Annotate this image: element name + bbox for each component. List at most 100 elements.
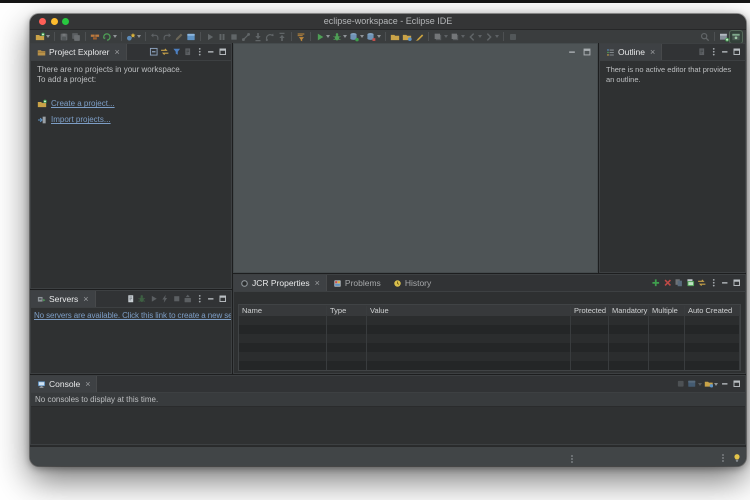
- toolbar-separator: [291, 32, 292, 41]
- tab-servers[interactable]: Servers×: [31, 291, 96, 307]
- minimize-button[interactable]: [205, 46, 217, 59]
- tab-history[interactable]: History: [387, 275, 437, 291]
- start-server-button[interactable]: [148, 293, 160, 306]
- new-wizard-button[interactable]: [34, 31, 51, 43]
- titlebar[interactable]: eclipse-workspace - Eclipse IDE: [30, 14, 746, 30]
- maximize-button[interactable]: [731, 277, 743, 290]
- maximize-button[interactable]: [217, 293, 229, 306]
- create-project-link[interactable]: Create a project...: [51, 99, 115, 108]
- terminate-button[interactable]: [228, 31, 240, 43]
- minimize-button[interactable]: [719, 46, 731, 59]
- open-perspective-button[interactable]: [718, 31, 730, 43]
- view-menu-button[interactable]: [708, 46, 720, 59]
- pin-console-button[interactable]: [675, 378, 687, 391]
- tab-problems[interactable]: Problems: [327, 275, 387, 291]
- minimize-button[interactable]: [566, 46, 578, 58]
- annotate-button[interactable]: [413, 31, 425, 43]
- start-server-button[interactable]: [348, 31, 365, 43]
- tab-close-icon[interactable]: ×: [315, 279, 320, 288]
- forward-button[interactable]: [483, 31, 500, 43]
- tab-console[interactable]: Console×: [31, 376, 97, 392]
- persp-icon: [731, 32, 741, 42]
- maximize-button[interactable]: [731, 46, 743, 59]
- toggle-mark-occurrences-button[interactable]: [173, 31, 185, 43]
- back-button[interactable]: [466, 31, 483, 43]
- copy-property-button[interactable]: [673, 277, 685, 290]
- redo-button[interactable]: [161, 31, 173, 43]
- step-return-button[interactable]: [276, 31, 288, 43]
- delete-property-button[interactable]: [662, 277, 674, 290]
- suspend-button[interactable]: [216, 31, 228, 43]
- maximize-button[interactable]: [217, 46, 229, 59]
- new-server-button[interactable]: [125, 293, 137, 306]
- new-content-package-button[interactable]: [401, 31, 413, 43]
- import-projects-link[interactable]: Import projects...: [51, 115, 111, 124]
- open-type-button[interactable]: [185, 31, 197, 43]
- column-header-auto-created[interactable]: Auto Created: [685, 306, 740, 315]
- save-button[interactable]: [58, 31, 70, 43]
- new-java-element-button[interactable]: [125, 31, 142, 43]
- tab-close-icon[interactable]: ×: [114, 48, 119, 57]
- column-header-type[interactable]: Type: [327, 306, 367, 315]
- current-perspective-button[interactable]: [730, 31, 742, 43]
- pin-editor-button[interactable]: [507, 31, 519, 43]
- display-selected-console-button[interactable]: [686, 378, 703, 391]
- create-server-link[interactable]: No servers are available. Click this lin…: [31, 308, 231, 323]
- open-resource-button[interactable]: [389, 31, 401, 43]
- save-all-button[interactable]: [70, 31, 82, 43]
- minimize-button[interactable]: [51, 18, 58, 25]
- focus-on-active-task-button[interactable]: [696, 46, 708, 59]
- focus-on-active-task-button[interactable]: [182, 46, 194, 59]
- previous-annotation-button[interactable]: [449, 31, 466, 43]
- use-step-filters-button[interactable]: [295, 31, 307, 43]
- profile-server-button[interactable]: [159, 293, 171, 306]
- search-button[interactable]: [699, 31, 711, 43]
- maximize-button[interactable]: [581, 46, 593, 58]
- maximize-button[interactable]: [731, 378, 743, 391]
- tab-jcr-properties[interactable]: JCR Properties×: [234, 275, 327, 291]
- link-with-editor-button[interactable]: [696, 277, 708, 290]
- debug-server-button[interactable]: [136, 293, 148, 306]
- maxbox-icon: [732, 47, 742, 57]
- run-external-tools-button[interactable]: [101, 31, 118, 43]
- publish-to-server-button[interactable]: [182, 293, 194, 306]
- minimize-button[interactable]: [205, 293, 217, 306]
- tab-close-icon[interactable]: ×: [650, 48, 655, 57]
- open-console-button[interactable]: [703, 378, 720, 391]
- column-header-value[interactable]: Value: [367, 306, 571, 315]
- step-into-button[interactable]: [252, 31, 264, 43]
- resume-button[interactable]: [204, 31, 216, 43]
- view-menu-button[interactable]: [708, 277, 720, 290]
- next-annotation-button[interactable]: [432, 31, 449, 43]
- notifications-icon[interactable]: [732, 450, 742, 466]
- edit-property-button[interactable]: [685, 277, 697, 290]
- editor-area[interactable]: [233, 43, 598, 273]
- tab-close-icon[interactable]: ×: [85, 380, 90, 389]
- close-button[interactable]: [39, 18, 46, 25]
- minimize-button[interactable]: [719, 378, 731, 391]
- undo-button[interactable]: [149, 31, 161, 43]
- tab-project-explorer[interactable]: Project Explorer×: [31, 44, 127, 60]
- column-header-protected[interactable]: Protected: [571, 306, 609, 315]
- disconnect-button[interactable]: [240, 31, 252, 43]
- run-button[interactable]: [314, 31, 331, 43]
- link-with-editor-button[interactable]: [159, 46, 171, 59]
- minimize-button[interactable]: [719, 277, 731, 290]
- build-all-button[interactable]: [89, 31, 101, 43]
- column-header-name[interactable]: Name: [239, 306, 327, 315]
- view-menu-button[interactable]: [194, 46, 206, 59]
- tab-close-icon[interactable]: ×: [83, 295, 88, 304]
- view-menu-button[interactable]: [194, 293, 206, 306]
- column-header-mandatory[interactable]: Mandatory: [609, 306, 649, 315]
- collapse-all-button[interactable]: [148, 46, 160, 59]
- stop-server-button[interactable]: [365, 31, 382, 43]
- table-cell: [685, 325, 740, 334]
- filters-and-customization-button[interactable]: [171, 46, 183, 59]
- stop-server-button[interactable]: [171, 293, 183, 306]
- zoom-button[interactable]: [62, 18, 69, 25]
- tab-outline[interactable]: Outline×: [600, 44, 662, 60]
- debug-button[interactable]: [331, 31, 348, 43]
- column-header-multiple[interactable]: Multiple: [649, 306, 685, 315]
- step-over-button[interactable]: [264, 31, 276, 43]
- add-property-button[interactable]: [650, 277, 662, 290]
